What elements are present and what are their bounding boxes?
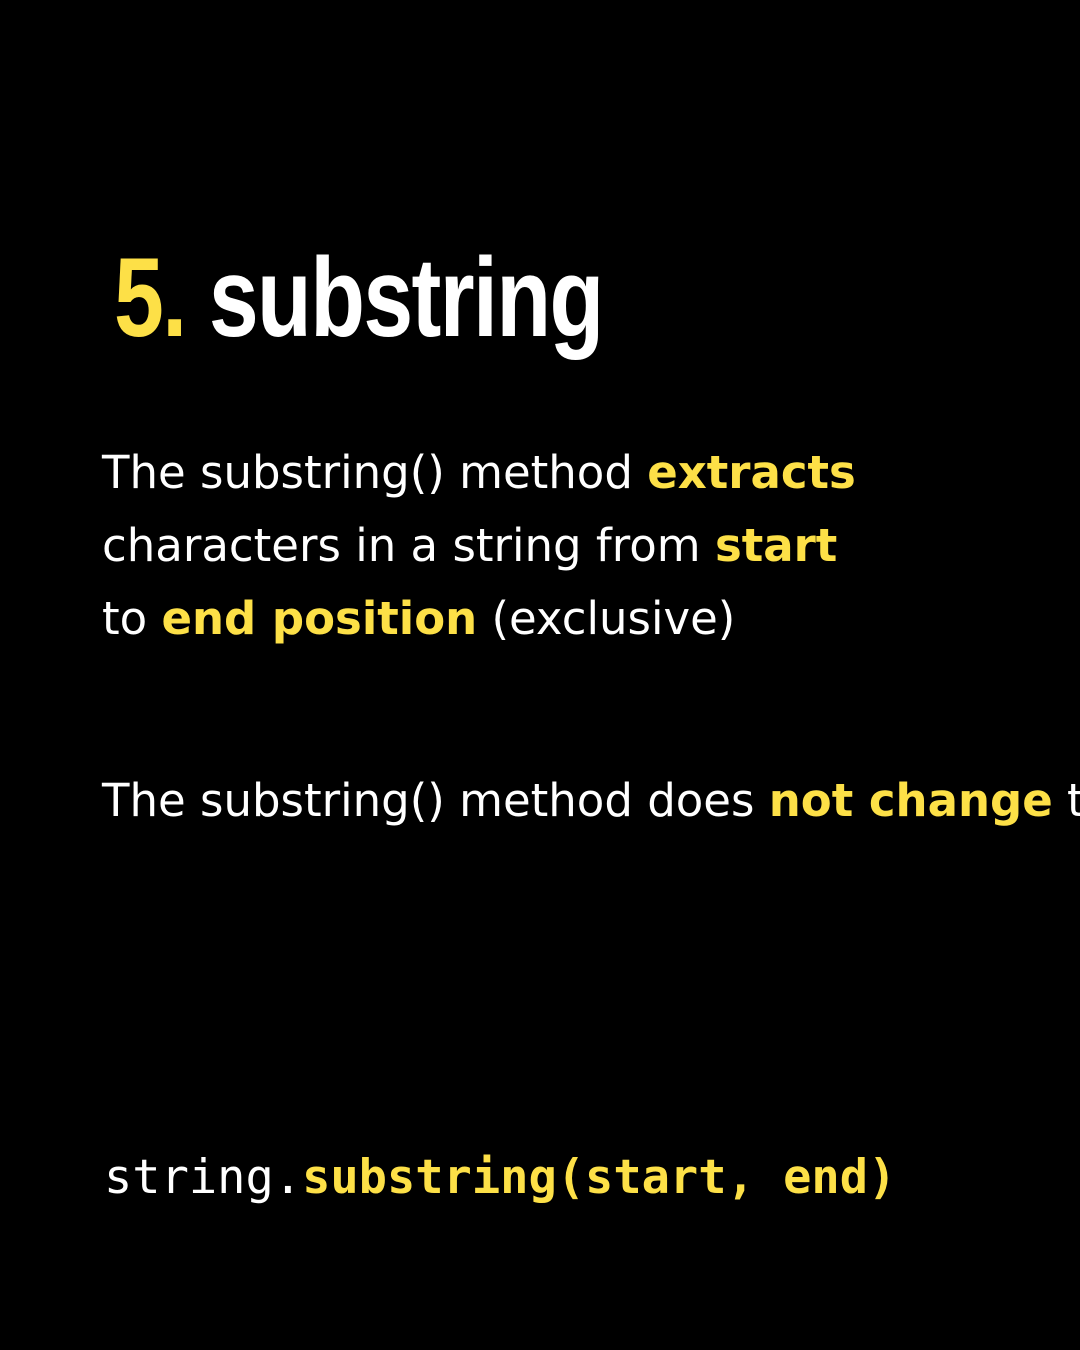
slide: 5. substring The substring() method extr… xyxy=(0,0,1080,1350)
highlight-extracts: extracts xyxy=(647,446,856,499)
highlight-not-change: not change xyxy=(768,774,1053,827)
code-syntax: string.substring(start, end) xyxy=(104,1148,896,1208)
paragraph-text: (exclusive) xyxy=(477,592,736,645)
highlight-end-position: end position xyxy=(161,592,478,645)
highlight-start: start xyxy=(714,519,838,572)
paragraph-text: characters in a string from xyxy=(102,519,715,572)
title-word: substring xyxy=(208,235,604,360)
title-number: 5. xyxy=(114,235,187,360)
code-object: string. xyxy=(104,1150,303,1205)
code-method-call: substring(start, end) xyxy=(302,1150,897,1205)
paragraph-text: The substring() method does xyxy=(102,774,769,827)
slide-title: 5. substring xyxy=(114,242,604,354)
description-paragraph-2: The substring() method does not change t… xyxy=(102,764,1080,837)
description-paragraph-1: The substring() method extracts characte… xyxy=(102,436,1002,655)
paragraph-text: to xyxy=(102,592,162,645)
paragraph-text: the original xyxy=(1067,774,1080,827)
paragraph-text: The substring() method xyxy=(102,446,648,499)
